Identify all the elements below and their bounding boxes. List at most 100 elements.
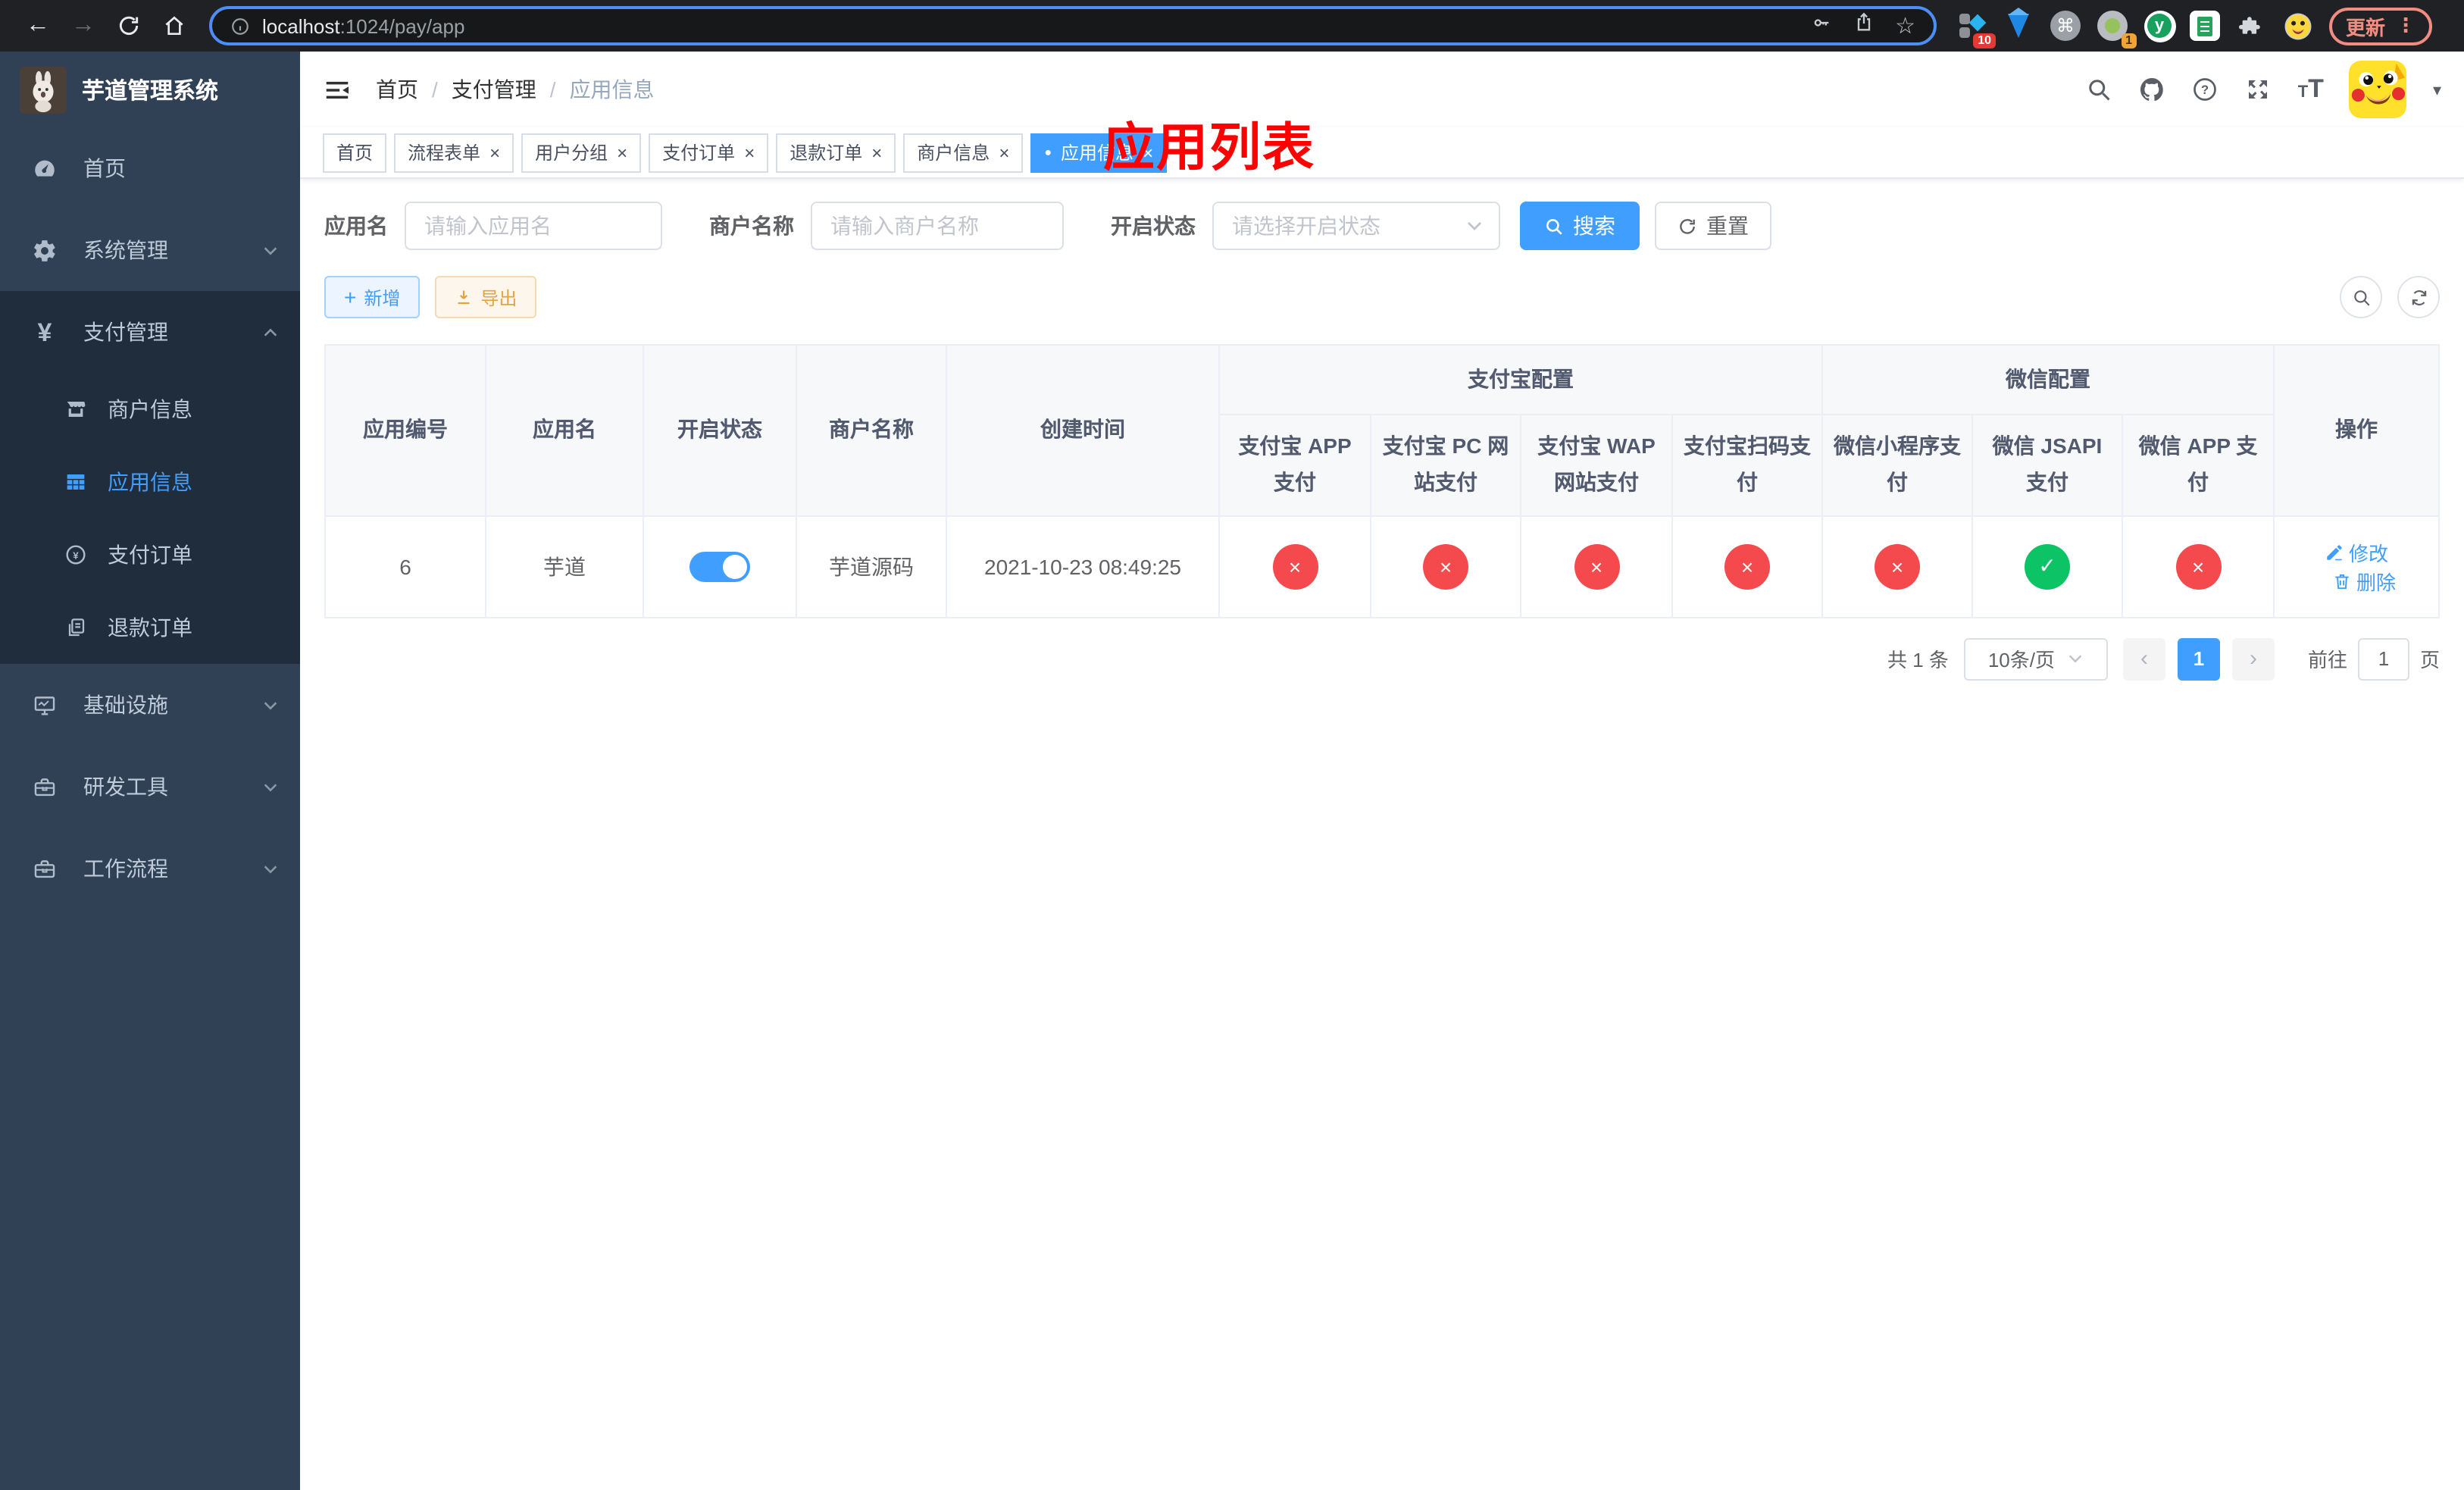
gear-icon <box>32 237 58 263</box>
next-page-button[interactable]: › <box>2231 637 2275 681</box>
close-icon: × <box>1439 554 1452 579</box>
tab-process-form[interactable]: 流程表单 × <box>394 133 514 172</box>
grid-icon <box>64 470 88 494</box>
col-created: 创建时间 <box>946 344 1220 517</box>
search-button[interactable]: 搜索 <box>1520 202 1640 250</box>
cell-created: 2021-10-23 08:49:25 <box>946 515 1220 618</box>
col-alipay-pc: 支付宝 PC 网站支付 <box>1370 414 1521 517</box>
prev-page-button[interactable]: ‹ <box>2122 637 2165 681</box>
chevron-down-icon <box>262 778 279 795</box>
breadcrumb-payment[interactable]: 支付管理 <box>452 74 536 105</box>
sidebar-item-payment[interactable]: ¥ 支付管理 <box>0 291 300 373</box>
extension-gem-icon[interactable] <box>2002 8 2035 42</box>
tab-home[interactable]: 首页 <box>323 133 387 172</box>
status-select[interactable]: 请选择开启状态 <box>1212 202 1500 250</box>
sidebar-fold-icon[interactable] <box>323 75 352 104</box>
status-toggle[interactable] <box>689 551 750 582</box>
export-button[interactable]: 导出 <box>435 276 537 318</box>
status-label: 开启状态 <box>1111 214 1196 238</box>
close-icon[interactable]: × <box>999 143 1009 161</box>
sidebar-item-label: 商户信息 <box>108 397 192 421</box>
password-key-icon[interactable] <box>1810 11 1831 40</box>
refresh-table-button[interactable] <box>2397 276 2440 318</box>
sidebar-item-app-info[interactable]: 应用信息 <box>0 446 300 518</box>
search-icon <box>1546 218 1562 234</box>
font-size-icon[interactable]: TT <box>2298 74 2324 105</box>
tab-user-group[interactable]: 用户分组 × <box>521 133 642 172</box>
reset-button[interactable]: 重置 <box>1655 202 1771 250</box>
extension-notes-icon[interactable] <box>2190 11 2220 41</box>
extension-y-icon[interactable]: y <box>2143 9 2176 42</box>
site-info-icon[interactable] <box>230 16 250 36</box>
tab-pay-orders[interactable]: 支付订单 × <box>649 133 769 172</box>
app-logo-row[interactable]: 芋道管理系统 <box>0 52 300 127</box>
extensions-puzzle-icon[interactable] <box>2234 9 2267 42</box>
table-toolbar: + 新增 导出 <box>324 276 2440 318</box>
sidebar-item-label: 支付订单 <box>108 543 192 567</box>
sidebar-item-merchant-info[interactable]: 商户信息 <box>0 373 300 446</box>
merchant-name-input[interactable] <box>811 202 1064 250</box>
page-size-select[interactable]: 10条/页 <box>1963 637 2108 681</box>
bookmark-star-icon[interactable]: ☆ <box>1895 14 1915 37</box>
forward-icon[interactable]: → <box>61 6 106 45</box>
col-merchant: 商户名称 <box>796 344 947 517</box>
sidebar-item-label: 退款订单 <box>108 615 192 640</box>
user-avatar[interactable] <box>2349 61 2407 118</box>
page-number-1[interactable]: 1 <box>2177 637 2220 681</box>
sidebar-item-pay-orders[interactable]: ¥ 支付订单 <box>0 518 300 591</box>
goto-unit: 页 <box>2419 649 2440 672</box>
extension-blocks-icon[interactable]: 10 <box>1955 9 1996 49</box>
group-alipay: 支付宝配置 <box>1218 344 1823 415</box>
sidebar-item-label: 系统管理 <box>83 238 168 262</box>
tab-refund-orders[interactable]: 退款订单 × <box>776 133 896 172</box>
close-icon: × <box>1740 554 1754 579</box>
browser-update-button[interactable]: 更新 ⋮ <box>2329 7 2433 45</box>
avatar-caret-icon[interactable]: ▾ <box>2433 80 2441 99</box>
extension-command-icon[interactable]: ⌘ <box>2049 9 2082 42</box>
tab-merchant-info[interactable]: 商户信息 × <box>903 133 1024 172</box>
col-alipay-app: 支付宝 APP 支付 <box>1218 414 1371 517</box>
github-icon[interactable] <box>2139 76 2166 103</box>
close-icon[interactable]: × <box>489 143 500 161</box>
col-wechat-lite: 微信小程序支付 <box>1821 414 1973 517</box>
edit-link[interactable]: 修改 <box>2325 537 2388 566</box>
profile-smiley-icon[interactable] <box>2281 9 2314 42</box>
sidebar-item-dev-tools[interactable]: 研发工具 <box>0 746 300 828</box>
app-logo <box>20 66 67 113</box>
extension-target-icon[interactable]: 1 <box>2096 9 2137 49</box>
back-icon[interactable]: ← <box>15 6 61 45</box>
reload-icon[interactable] <box>106 6 152 45</box>
sidebar-item-workflow[interactable]: 工作流程 <box>0 828 300 909</box>
app-title: 芋道管理系统 <box>82 78 219 104</box>
close-icon[interactable]: × <box>744 143 755 161</box>
close-icon[interactable]: × <box>617 143 627 161</box>
sidebar-item-infra[interactable]: 基础设施 <box>0 664 300 746</box>
chevron-down-icon <box>262 860 279 877</box>
browser-menu-icon[interactable]: ⋮ <box>2396 14 2416 38</box>
sidebar-item-home[interactable]: 首页 <box>0 127 300 209</box>
pagination: 共 1 条 10条/页 ‹ 1 › 前往 页 <box>324 637 2440 681</box>
search-icon <box>2353 290 2369 305</box>
url-bar[interactable]: localhost:1024/pay/app ☆ <box>209 6 1937 45</box>
close-icon: × <box>2191 554 2205 579</box>
close-icon[interactable]: × <box>871 143 882 161</box>
toggle-search-button[interactable] <box>2340 276 2382 318</box>
app-name-input[interactable] <box>405 202 662 250</box>
breadcrumb-home[interactable]: 首页 <box>376 74 418 105</box>
goto-page-input[interactable] <box>2357 637 2409 681</box>
add-button[interactable]: + 新增 <box>324 276 421 318</box>
sidebar-item-refund-orders[interactable]: 退款订单 <box>0 591 300 664</box>
check-icon: ✓ <box>2038 553 2056 578</box>
url-host: localhost <box>262 14 340 37</box>
sidebar-item-system[interactable]: 系统管理 <box>0 209 300 291</box>
browser-home-icon[interactable] <box>152 6 197 45</box>
shop-icon <box>64 397 88 421</box>
delete-link[interactable]: 删除 <box>2332 566 2396 595</box>
share-icon[interactable] <box>1853 11 1874 40</box>
sidebar-item-label: 首页 <box>83 156 126 180</box>
search-icon[interactable] <box>2086 76 2113 103</box>
wechat-app-disabled-badge: × <box>2175 543 2221 590</box>
group-wechat: 微信配置 <box>1821 344 2275 415</box>
help-icon[interactable]: ? <box>2192 76 2219 103</box>
fullscreen-icon[interactable] <box>2245 76 2272 103</box>
